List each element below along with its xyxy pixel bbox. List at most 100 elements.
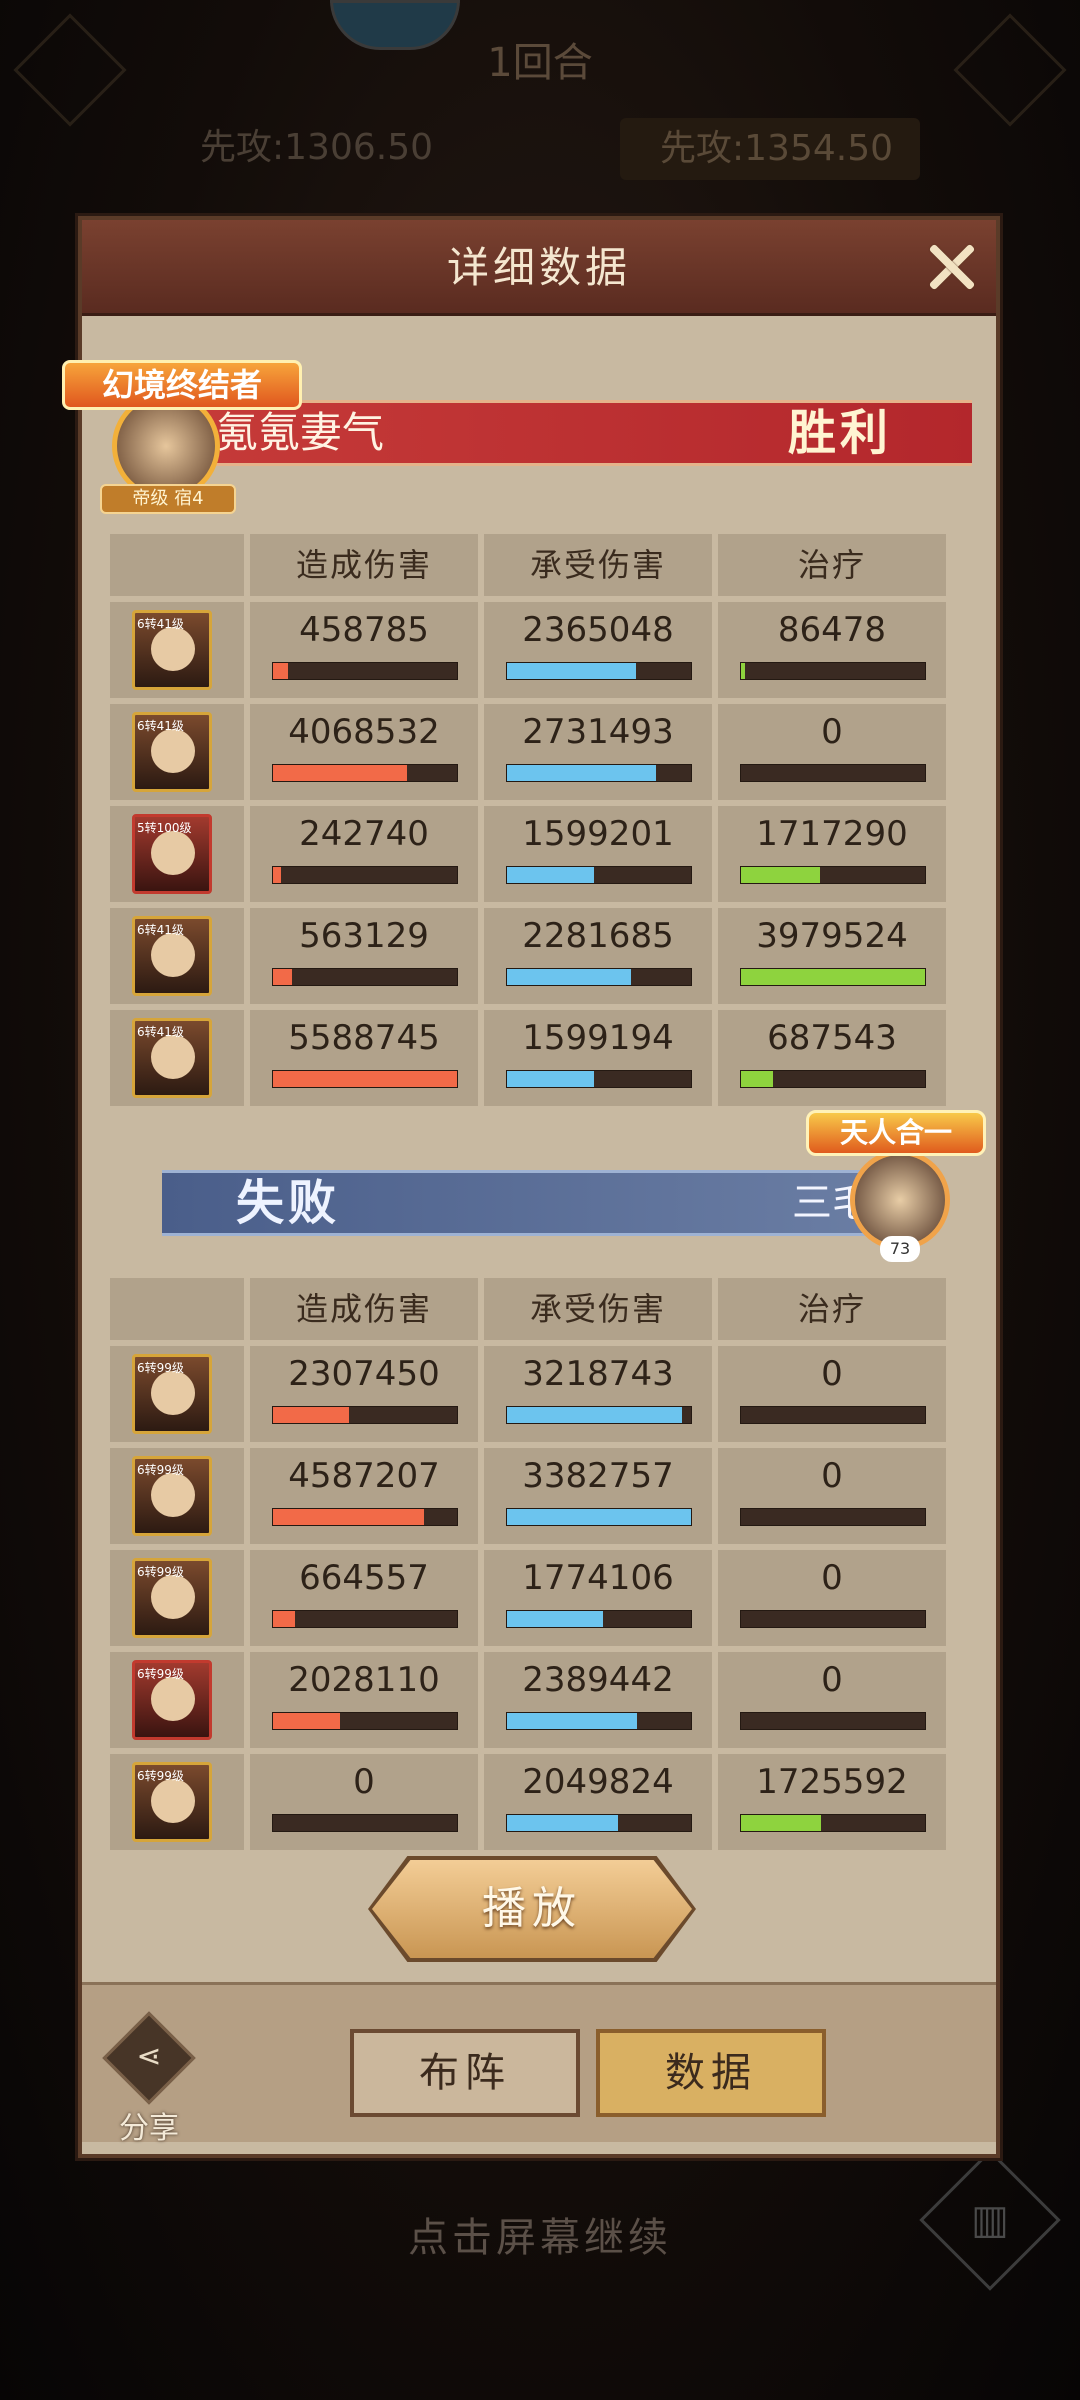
table-row: 5转100级 242740 1599201 1717290	[110, 806, 946, 902]
hero-portrait[interactable]: 5转100级	[132, 814, 212, 894]
corner-ornament-right	[953, 13, 1067, 127]
hero-level: 6转41级	[137, 617, 184, 631]
taken-value: 2389442	[522, 1660, 674, 1700]
taken-bar	[506, 1712, 692, 1730]
play-button-label: 播放	[482, 1883, 582, 1934]
heal-bar-fill	[741, 1815, 821, 1831]
heal-value: 1717290	[756, 814, 908, 854]
heal-value: 0	[821, 1354, 843, 1394]
hero-cell: 6转41级	[110, 602, 244, 698]
taken-bar	[506, 764, 692, 782]
heal-cell: 3979524	[718, 908, 946, 1004]
hero-face	[151, 1473, 195, 1517]
attack-right-label: 先攻:1354.50	[620, 118, 920, 180]
share-label: 分享	[119, 2111, 179, 2146]
hero-portrait[interactable]: 6转41级	[132, 916, 212, 996]
hero-portrait[interactable]: 6转99级	[132, 1762, 212, 1842]
taken-bar-fill	[507, 1509, 691, 1525]
lineup-button[interactable]: 布阵	[350, 2029, 580, 2117]
taken-cell: 1599201	[484, 806, 712, 902]
damage-cell: 2307450	[250, 1346, 478, 1442]
hero-portrait[interactable]: 6转99级	[132, 1558, 212, 1638]
taken-bar	[506, 1406, 692, 1424]
heal-value: 86478	[777, 610, 887, 650]
loser-avatar[interactable]	[850, 1150, 950, 1250]
taken-bar-fill	[507, 1815, 619, 1831]
taken-bar-fill	[507, 1713, 637, 1729]
header-heal: 治疗	[718, 534, 946, 596]
damage-bar	[272, 662, 458, 680]
damage-bar-fill	[273, 1509, 425, 1525]
taken-bar-fill	[507, 969, 632, 985]
hero-face	[151, 1677, 195, 1721]
corner-ornament-left	[13, 13, 127, 127]
bar-chart-icon[interactable]: ▥	[919, 2149, 1061, 2291]
header-damage: 造成伤害	[250, 534, 478, 596]
taken-cell: 3218743	[484, 1346, 712, 1442]
heal-cell: 0	[718, 1652, 946, 1748]
table-row: 6转99级 4587207 3382757 0	[110, 1448, 946, 1544]
taken-value: 2049824	[522, 1762, 674, 1802]
hero-level: 6转99级	[137, 1769, 184, 1783]
taken-bar-fill	[507, 765, 656, 781]
table-header: 造成伤害 承受伤害 治疗	[110, 1278, 946, 1340]
hero-portrait[interactable]: 6转99级	[132, 1456, 212, 1536]
hero-portrait[interactable]: 6转41级	[132, 712, 212, 792]
detail-data-dialog: 详细数据 氪氪妻气 胜利 幻境终结者 帝级 宿4 造成伤害 承受伤害 治疗 6转41级…	[62, 216, 1000, 2158]
heal-bar-fill	[741, 1071, 773, 1087]
winner-player-name: 氪氪妻气	[216, 408, 385, 457]
table-row: 6转41级 5588745 1599194 687543	[110, 1010, 946, 1106]
hero-portrait[interactable]: 6转99级	[132, 1354, 212, 1434]
heal-cell: 1717290	[718, 806, 946, 902]
hero-face	[151, 933, 195, 977]
heal-cell: 0	[718, 704, 946, 800]
damage-bar	[272, 1610, 458, 1628]
hero-face	[151, 1371, 195, 1415]
damage-bar-fill	[273, 663, 289, 679]
hero-portrait[interactable]: 6转41级	[132, 610, 212, 690]
hero-level: 6转41级	[137, 923, 184, 937]
damage-cell: 4587207	[250, 1448, 478, 1544]
damage-value: 563129	[299, 916, 429, 956]
taken-bar	[506, 1508, 692, 1526]
hero-portrait[interactable]: 6转41级	[132, 1018, 212, 1098]
damage-bar-fill	[273, 1713, 340, 1729]
round-label: 1回合	[487, 40, 593, 86]
damage-bar	[272, 866, 458, 884]
play-button[interactable]: 播放	[368, 1856, 696, 1962]
heal-bar	[740, 1406, 926, 1424]
taken-bar	[506, 1610, 692, 1628]
hero-face	[151, 1575, 195, 1619]
heal-bar	[740, 764, 926, 782]
hero-level: 6转99级	[137, 1667, 184, 1681]
hero-face	[151, 627, 195, 671]
close-icon[interactable]	[918, 234, 984, 300]
table-row: 6转99级 664557 1774106 0	[110, 1550, 946, 1646]
tap-to-continue[interactable]: 点击屏幕继续	[0, 2205, 1080, 2263]
damage-cell: 563129	[250, 908, 478, 1004]
loser-avatar-level: 73	[880, 1236, 920, 1262]
battle-result-screen[interactable]: 1回合 先攻:1306.50 先攻:1354.50 点击屏幕继续 ▥ 详细数据 …	[0, 0, 1080, 2400]
loser-stats-table: 造成伤害 承受伤害 治疗 6转99级 2307450 3218743 0 6转99级 45872…	[110, 1278, 946, 1856]
taken-value: 3218743	[522, 1354, 674, 1394]
table-row: 6转41级 4068532 2731493 0	[110, 704, 946, 800]
damage-bar-fill	[273, 867, 281, 883]
header-hero	[110, 1278, 244, 1340]
heal-bar-fill	[741, 867, 821, 883]
hero-level: 6转41级	[137, 1025, 184, 1039]
dialog-footer: ⋖ 分享 布阵 数据	[82, 1982, 996, 2146]
data-button[interactable]: 数据	[596, 2029, 826, 2117]
damage-cell: 2028110	[250, 1652, 478, 1748]
heal-bar	[740, 1712, 926, 1730]
table-row: 6转99级 2307450 3218743 0	[110, 1346, 946, 1442]
hero-cell: 6转99级	[110, 1550, 244, 1646]
damage-bar-fill	[273, 969, 292, 985]
loser-banner: 失败 三毛	[162, 1170, 912, 1236]
damage-bar	[272, 1508, 458, 1526]
heal-value: 0	[821, 1456, 843, 1496]
heal-value: 0	[821, 712, 843, 752]
victory-label: 胜利	[787, 405, 892, 461]
hero-portrait[interactable]: 6转99级	[132, 1660, 212, 1740]
winner-avatar-label: 帝级 宿4	[100, 484, 236, 514]
share-button[interactable]: ⋖ 分享	[102, 2011, 196, 2146]
